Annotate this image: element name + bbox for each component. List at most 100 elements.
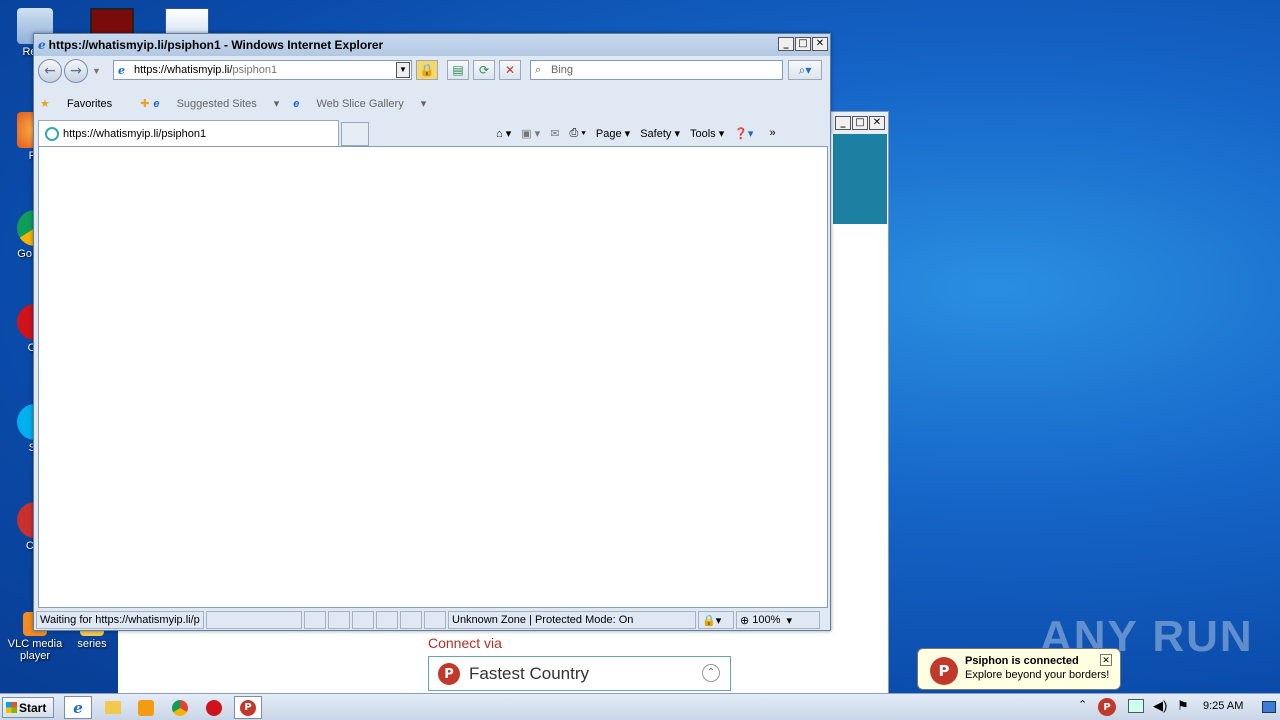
psiphon-notification[interactable]: P Psiphon is connected Explore beyond yo… xyxy=(917,648,1121,690)
favorites-label: Favorites xyxy=(66,97,113,110)
ie-page-icon: e xyxy=(153,97,160,110)
volume-icon[interactable]: ◀) xyxy=(1153,698,1167,714)
page-content[interactable] xyxy=(38,146,828,608)
refresh-button[interactable]: ⟳ xyxy=(473,60,495,80)
ie-page-icon: e xyxy=(293,97,300,110)
window-title: https://whatismyip.li/psiphon1 - Windows… xyxy=(48,38,384,52)
psiphon-logo-icon: P xyxy=(930,657,958,685)
tools-menu[interactable]: Tools ▾ xyxy=(690,127,724,140)
zoom-icon: ⊕ xyxy=(740,614,750,627)
add-to-favorites-icon[interactable]: ✚ xyxy=(140,97,149,110)
page-menu[interactable]: Page ▾ xyxy=(596,127,630,140)
compatibility-view-button[interactable]: ▤ xyxy=(447,60,469,80)
psiphon-tray-icon[interactable]: P xyxy=(1098,698,1116,716)
feeds-icon[interactable]: ▣ ▾ xyxy=(521,127,540,140)
stop-button[interactable]: ✕ xyxy=(499,60,521,80)
close-button[interactable]: ✕ xyxy=(812,37,828,51)
taskbar-explorer-button[interactable] xyxy=(99,696,127,719)
taskbar-ie-button[interactable]: e xyxy=(64,696,92,719)
address-bar[interactable]: e https://whatismyip.li/psiphon1 ▼ xyxy=(113,60,412,80)
zone-status[interactable]: Unknown Zone | Protected Mode: On xyxy=(448,611,696,629)
clock[interactable]: 9:25 AM xyxy=(1203,700,1243,712)
help-icon[interactable]: ❓▾ xyxy=(734,127,753,140)
action-center-flag-icon[interactable]: ⚑ xyxy=(1177,698,1189,714)
ie-page-icon: e xyxy=(118,63,125,77)
start-button[interactable]: Start xyxy=(2,697,54,718)
taskbar-media-player-button[interactable] xyxy=(132,696,160,719)
chevron-right-icon[interactable]: » xyxy=(769,127,775,139)
taskbar-opera-button[interactable] xyxy=(200,696,228,719)
close-icon[interactable]: ✕ xyxy=(1100,654,1112,666)
chrome-icon xyxy=(172,699,188,716)
loading-icon xyxy=(45,127,59,141)
suggested-sites-label: Suggested Sites xyxy=(176,97,257,110)
search-button[interactable]: ⌕▾ xyxy=(788,60,822,80)
ie-icon: e xyxy=(73,698,83,717)
ie-titlebar[interactable]: e https://whatismyip.li/psiphon1 - Windo… xyxy=(34,34,830,56)
safety-menu[interactable]: Safety ▾ xyxy=(640,127,680,140)
status-text-label: Waiting for https://whatismyip.li/p xyxy=(40,614,200,626)
status-pane xyxy=(376,611,398,629)
chevron-down-icon[interactable]: ▼ xyxy=(92,66,101,76)
new-tab-button[interactable] xyxy=(341,122,369,146)
print-icon[interactable]: ⎙ ▾ xyxy=(569,127,585,140)
maximize-button[interactable]: □ xyxy=(795,37,811,51)
status-pane xyxy=(424,611,446,629)
safety-menu-label: Safety xyxy=(640,127,672,140)
mail-icon[interactable]: ✉ xyxy=(550,127,559,140)
psiphon-logo-icon: P xyxy=(438,663,460,685)
command-bar: ⌂ ▾ ▣ ▾ ✉ ⎙ ▾ Page ▾ Safety ▾ Tools ▾ ❓▾… xyxy=(496,120,776,146)
chevron-up-icon[interactable]: ⌃ xyxy=(702,664,720,682)
acrobat-icon[interactable] xyxy=(90,8,134,36)
start-label: Start xyxy=(19,700,47,715)
tools-menu-label: Tools xyxy=(689,127,716,140)
tray-expand-icon[interactable]: ⌃ xyxy=(1078,698,1087,711)
ie-logo-icon: e xyxy=(38,38,46,52)
opera-icon xyxy=(206,699,222,716)
forward-button[interactable]: → xyxy=(64,59,88,83)
taskbar: Start e P ⌃ P ◀) ⚑ 9:25 AM xyxy=(0,693,1280,720)
status-bar: Waiting for https://whatismyip.li/p Unkn… xyxy=(36,610,830,630)
desktop-icon-label: series xyxy=(77,638,107,650)
zoom-label: 100% xyxy=(752,614,781,626)
minimize-button[interactable]: _ xyxy=(835,116,851,130)
show-desktop-button[interactable] xyxy=(1262,701,1276,713)
suggested-sites-button[interactable]: e Suggested Sites ▾ xyxy=(153,97,279,110)
favorites-button[interactable]: ★ Favorites xyxy=(40,97,126,110)
home-icon[interactable]: ⌂ ▾ xyxy=(496,127,511,140)
web-slice-gallery-button[interactable]: e Web Slice Gallery ▾ xyxy=(293,97,426,110)
address-path: psiphon1 xyxy=(232,64,278,76)
tab-current[interactable]: https://whatismyip.li/psiphon1 xyxy=(38,120,339,146)
page-menu-label: Page xyxy=(595,127,622,140)
network-icon[interactable] xyxy=(1128,699,1144,713)
word-icon[interactable] xyxy=(165,8,209,36)
taskbar-psiphon-button[interactable]: P xyxy=(234,696,262,719)
favorites-bar: ★ Favorites ✚ e Suggested Sites ▾ e Web … xyxy=(34,90,830,116)
windows-logo-icon xyxy=(6,702,17,713)
maximize-button[interactable]: □ xyxy=(852,116,868,130)
back-button[interactable]: ← xyxy=(38,59,62,83)
address-dropdown-button[interactable]: ▼ xyxy=(396,62,410,78)
tab-title: https://whatismyip.li/psiphon1 xyxy=(63,127,207,140)
notification-message: Explore beyond your borders! xyxy=(965,669,1110,681)
desktop-icon-label: VLC media player xyxy=(7,638,63,662)
country-label: Fastest Country xyxy=(469,663,589,683)
minimize-button[interactable]: _ xyxy=(778,37,794,51)
status-pane xyxy=(400,611,422,629)
protected-mode-icon[interactable]: 🔒▾ xyxy=(698,611,734,629)
lock-icon[interactable]: 🔒 xyxy=(416,60,438,80)
web-slice-gallery-label: Web Slice Gallery xyxy=(316,97,404,110)
status-text: Waiting for https://whatismyip.li/p xyxy=(36,611,204,629)
psiphon-header-band xyxy=(833,134,887,224)
psiphon-icon: P xyxy=(240,699,256,716)
country-selector[interactable]: P Fastest Country ⌃ xyxy=(428,656,731,691)
media-player-icon xyxy=(138,699,154,716)
ie-window: e https://whatismyip.li/psiphon1 - Windo… xyxy=(33,33,831,631)
search-input[interactable]: ⌕ Bing xyxy=(530,60,783,80)
psiphon-window: _ □ ✕ xyxy=(830,111,889,693)
taskbar-chrome-button[interactable] xyxy=(166,696,194,719)
zoom-control[interactable]: ⊕ 100% ▾ xyxy=(736,611,820,629)
close-button[interactable]: ✕ xyxy=(869,116,885,130)
connect-via-label: Connect via xyxy=(428,635,502,651)
search-icon: ⌕ xyxy=(535,63,542,76)
